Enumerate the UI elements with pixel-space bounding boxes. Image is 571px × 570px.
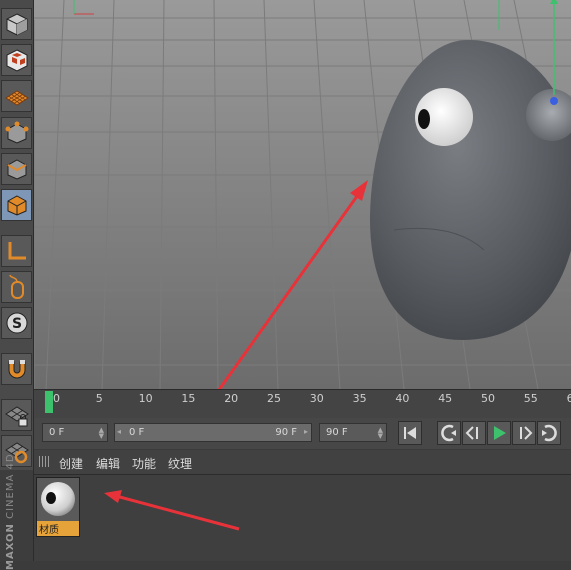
timeline-tick-label: 25 bbox=[267, 392, 281, 405]
cube-icon bbox=[6, 13, 27, 36]
timeline-tick-label: 30 bbox=[309, 392, 324, 405]
current-frame-value: 0 F bbox=[49, 427, 65, 438]
left-pupil bbox=[418, 109, 430, 129]
frame-range-slider[interactable]: ◂ 0 F 90 F ▸ bbox=[114, 423, 312, 442]
timeline-tick-label: 0 bbox=[53, 392, 60, 405]
checker-cube-icon bbox=[6, 49, 27, 72]
timeline-tick-label: 40 bbox=[395, 392, 410, 405]
previous-frame-icon bbox=[465, 426, 478, 440]
timeline-tick-label: 20 bbox=[224, 392, 239, 405]
go-to-start-icon bbox=[404, 427, 416, 439]
axis-icon bbox=[8, 242, 26, 260]
menu-create[interactable]: 创建 bbox=[59, 455, 83, 472]
cinema4d-logo-text: CINEMA 4D bbox=[5, 453, 16, 519]
next-frame-button[interactable] bbox=[512, 421, 536, 445]
snap-button[interactable]: S bbox=[1, 307, 32, 339]
current-frame-field[interactable]: 0 F ▲ ▼ bbox=[42, 423, 108, 442]
model-mode-button[interactable] bbox=[1, 189, 32, 221]
tweak-mode-button[interactable] bbox=[1, 271, 32, 303]
lock-workplane-button[interactable] bbox=[1, 399, 32, 431]
previous-key-button[interactable] bbox=[437, 421, 461, 445]
next-frame-icon bbox=[520, 426, 533, 440]
playhead[interactable] bbox=[45, 391, 53, 413]
range-start-value: 0 F bbox=[129, 427, 145, 438]
timeline-tick-label: 15 bbox=[181, 392, 196, 405]
animation-controls: 0 F ▲ ▼ ◂ 0 F 90 F ▸ 90 F ▲ ▼ bbox=[34, 418, 571, 449]
checker-cube-button[interactable] bbox=[1, 44, 32, 76]
next-key-button[interactable] bbox=[537, 421, 561, 445]
lock-workplane-icon bbox=[4, 406, 29, 427]
max-frame-value: 90 F bbox=[326, 427, 348, 438]
range-left-arrow-icon[interactable]: ◂ bbox=[117, 427, 121, 436]
mouse-icon bbox=[8, 274, 24, 299]
left-toolbar: S MAXON CINEMA 4D bbox=[0, 0, 34, 570]
timeline-tick-label: 60 bbox=[566, 392, 571, 405]
magnet-button[interactable] bbox=[1, 353, 32, 385]
viewport-scene bbox=[34, 0, 571, 389]
panel-grip-icon[interactable] bbox=[39, 456, 50, 467]
timeline-tick-label: 55 bbox=[523, 392, 538, 405]
material-preview bbox=[37, 478, 79, 522]
edges-mode-button[interactable] bbox=[1, 153, 32, 185]
material-name: 材质 bbox=[37, 521, 79, 536]
range-end-value: 90 F bbox=[275, 427, 297, 438]
model-mode-icon bbox=[7, 195, 26, 216]
menu-function[interactable]: 功能 bbox=[132, 455, 156, 472]
play-icon bbox=[494, 426, 506, 440]
axis-button[interactable] bbox=[1, 235, 32, 267]
timeline-tick-label: 10 bbox=[138, 392, 153, 405]
play-button[interactable] bbox=[487, 421, 511, 445]
grid-plane-icon bbox=[4, 90, 29, 106]
go-to-start-button[interactable] bbox=[398, 421, 422, 445]
timeline-tick-label: 50 bbox=[481, 392, 495, 405]
maxon-logo-text: MAXON bbox=[5, 523, 16, 570]
material-swatch[interactable]: 材质 bbox=[36, 477, 80, 537]
previous-frame-button[interactable] bbox=[462, 421, 486, 445]
timeline-tick-label: 5 bbox=[95, 392, 103, 405]
annotation-arrow-material bbox=[104, 490, 240, 531]
timeline-tick-label: 35 bbox=[352, 392, 367, 405]
edit-edges-icon bbox=[7, 159, 26, 180]
menu-edit[interactable]: 编辑 bbox=[96, 455, 120, 472]
snap-s-icon: S bbox=[6, 312, 27, 334]
grid-plane-button[interactable] bbox=[1, 80, 32, 112]
max-frame-field[interactable]: 90 F ▲ ▼ bbox=[319, 423, 387, 442]
spinner-icon[interactable]: ▲ ▼ bbox=[378, 427, 383, 440]
menu-texture[interactable]: 纹理 bbox=[168, 455, 192, 472]
svg-text:S: S bbox=[11, 316, 21, 332]
3d-viewport[interactable] bbox=[34, 0, 571, 389]
cube-button[interactable] bbox=[1, 8, 32, 40]
timeline-tick-label: 45 bbox=[438, 392, 453, 405]
brand-logo: MAXON CINEMA 4D bbox=[0, 453, 33, 570]
next-key-icon bbox=[542, 424, 557, 442]
material-manager-menu: 创建 编辑 功能 纹理 bbox=[34, 450, 571, 475]
previous-key-icon bbox=[441, 424, 456, 442]
material-area[interactable]: 材质 bbox=[34, 475, 571, 561]
timeline-ruler[interactable]: 0 5 10 15 20 25 30 35 40 45 50 55 60 bbox=[34, 389, 571, 419]
range-right-arrow-icon[interactable]: ▸ bbox=[304, 427, 308, 436]
edit-points-icon bbox=[5, 121, 28, 144]
spinner-icon[interactable]: ▲ ▼ bbox=[99, 427, 104, 440]
magnet-icon bbox=[8, 360, 25, 379]
points-mode-button[interactable] bbox=[1, 117, 32, 149]
